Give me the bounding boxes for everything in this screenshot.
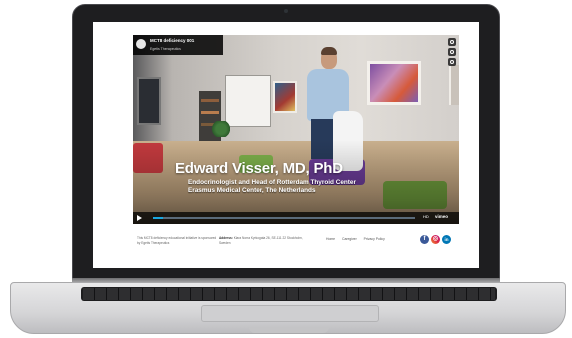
clock-icon [450, 50, 454, 54]
footer-disclaimer: This MCT8 deficiency educational initiat… [137, 236, 217, 245]
laptop-lid: MCT8 deficiency 001 Egetis Therapeutics … [72, 4, 500, 286]
webcam [284, 9, 288, 13]
progress-fill [153, 217, 164, 219]
like-button[interactable] [448, 38, 456, 46]
video-player[interactable]: MCT8 deficiency 001 Egetis Therapeutics … [133, 35, 459, 224]
laptop-base [10, 282, 566, 334]
video-title[interactable]: MCT8 deficiency 001 [150, 38, 194, 43]
heart-icon [450, 40, 454, 44]
footer-links: Home Caregiver Privacy Policy [326, 237, 391, 241]
share-icon [450, 60, 454, 64]
video-frame-painting-edge [449, 65, 459, 105]
video-frame-painting-small [273, 81, 297, 113]
footer-link-privacy[interactable]: Privacy Policy [364, 237, 385, 241]
speaker-role-line1: Endocrinologist and Head of Rotterdam Th… [188, 179, 356, 186]
video-frame-whiteboard [225, 75, 271, 127]
video-frame-person-hair [321, 47, 337, 55]
video-channel[interactable]: Egetis Therapeutics [150, 47, 181, 51]
laptop-mockup: MCT8 deficiency 001 Egetis Therapeutics … [0, 0, 572, 338]
video-frame-plant [211, 121, 231, 137]
keyboard-keys [83, 288, 495, 300]
footer-link-home[interactable]: Home [326, 237, 335, 241]
speaker-role: Endocrinologist and Head of Rotterdam Th… [188, 179, 356, 194]
footer-address: Address: Klara Norra Kyrkogata 26, SE-11… [219, 236, 315, 246]
share-button[interactable] [448, 58, 456, 66]
laptop-screen: MCT8 deficiency 001 Egetis Therapeutics … [93, 22, 479, 268]
video-frame-painting-large [367, 61, 421, 105]
vimeo-logo[interactable]: vimeo [435, 214, 448, 219]
video-frame-window [137, 77, 161, 125]
play-icon[interactable] [137, 215, 142, 221]
speaker-name: Edward Visser, MD, PhD [175, 160, 343, 177]
watch-later-button[interactable] [448, 48, 456, 56]
footer-link-caregiver[interactable]: Caregiver [342, 237, 357, 241]
trackpad [201, 305, 379, 322]
progress-bar[interactable] [153, 217, 415, 219]
video-header[interactable]: MCT8 deficiency 001 Egetis Therapeutics [133, 35, 223, 55]
footer-address-label: Address: [219, 236, 233, 240]
facebook-icon[interactable]: f [420, 235, 429, 244]
video-controls: HD vimeo [133, 212, 459, 224]
channel-logo-icon[interactable] [136, 39, 146, 49]
linkedin-icon[interactable]: in [442, 235, 451, 244]
speaker-role-line2: Erasmus Medical Center, The Netherlands [188, 186, 316, 194]
laptop-front-notch [249, 327, 329, 333]
instagram-icon[interactable]: ◎ [431, 235, 440, 244]
quality-label[interactable]: HD [423, 214, 429, 219]
